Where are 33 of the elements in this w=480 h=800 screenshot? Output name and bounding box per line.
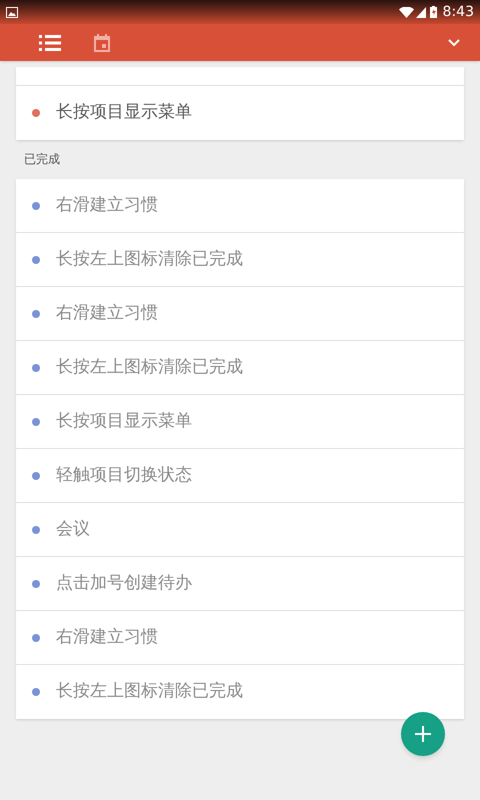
signal-icon bbox=[416, 6, 426, 18]
item-label: 点击加号创建待办 bbox=[56, 572, 192, 595]
list-icon bbox=[39, 34, 61, 52]
item-label: 长按左上图标清除已完成 bbox=[56, 356, 243, 379]
item-label: 轻触项目切换状态 bbox=[56, 464, 192, 487]
todo-item[interactable]: 长按左上图标清除已完成 bbox=[16, 341, 464, 395]
add-button[interactable] bbox=[401, 712, 445, 756]
todo-item[interactable]: 会议 bbox=[16, 503, 464, 557]
plus-icon bbox=[415, 726, 431, 742]
todo-item[interactable]: 长按左上图标清除已完成 bbox=[16, 665, 464, 719]
todo-item[interactable]: 长按左上图标清除已完成 bbox=[16, 233, 464, 287]
todo-item[interactable]: 长按项目显示菜单 bbox=[16, 395, 464, 449]
item-label: 会议 bbox=[56, 518, 90, 541]
clock: 8:43 bbox=[442, 2, 474, 22]
image-icon bbox=[6, 6, 18, 18]
todo-item[interactable]: 轻触项目切换状态 bbox=[16, 449, 464, 503]
item-label: 长按左上图标清除已完成 bbox=[56, 680, 243, 704]
item-label: 长按项目显示菜单 bbox=[56, 410, 192, 433]
item-label: 长按项目显示菜单 bbox=[56, 101, 192, 124]
item-label: 长按左上图标清除已完成 bbox=[56, 248, 243, 271]
item-label: 右滑建立习惯 bbox=[56, 626, 158, 649]
todo-item[interactable]: 长按项目显示菜单 bbox=[16, 86, 464, 140]
todo-item[interactable]: 右滑建立习惯 bbox=[16, 611, 464, 665]
wifi-icon bbox=[398, 6, 414, 18]
calendar-icon bbox=[94, 34, 110, 52]
section-title: 已完成 bbox=[23, 151, 61, 168]
item-label: 右滑建立习惯 bbox=[56, 194, 158, 217]
item-label: 右滑建立习惯 bbox=[56, 302, 158, 325]
todo-item[interactable]: 右滑建立习惯 bbox=[16, 287, 464, 341]
todo-item[interactable]: 点击加号创建待办 bbox=[16, 557, 464, 611]
todo-item[interactable]: 右滑建立习惯 bbox=[16, 179, 464, 233]
battery-icon bbox=[430, 6, 437, 18]
chevron-down-icon[interactable] bbox=[448, 38, 460, 46]
